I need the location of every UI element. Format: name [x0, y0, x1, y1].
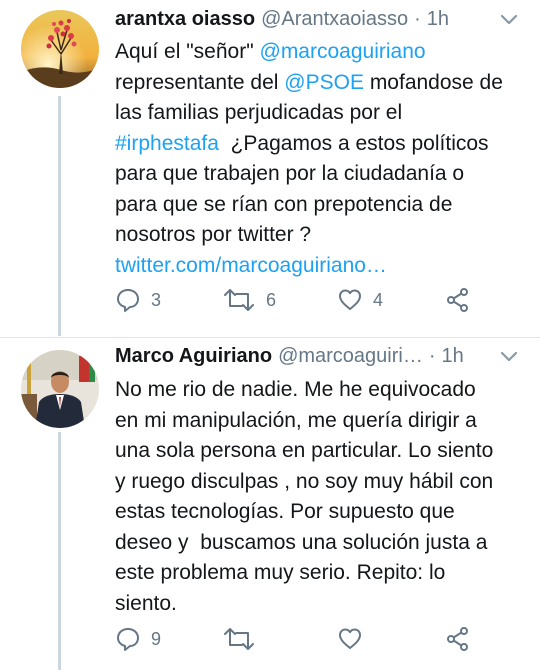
retweet-button[interactable]: 6 — [222, 285, 276, 315]
tweet-text-segment: las familias perjudicadas por el — [115, 101, 403, 124]
tweet-text-segment: una sola persona en particular. Lo sient… — [115, 439, 494, 462]
tweet-timestamp[interactable]: 1h — [427, 8, 449, 31]
retweet-button[interactable] — [222, 624, 266, 654]
share-button[interactable] — [445, 624, 471, 654]
tweet-text-segment: No me rio de nadie. Me he equivocado — [115, 378, 476, 401]
share-icon — [447, 627, 468, 651]
tweet-text: No me rio de nadie. Me he equivocado en m… — [115, 375, 525, 619]
tweet-text-segment: Aquí el "señor" — [115, 40, 260, 63]
tweet-text-line: para que se rían con prepotencia de — [115, 190, 525, 221]
reply-button[interactable]: 3 — [115, 285, 161, 315]
like-button[interactable]: 4 — [337, 285, 383, 315]
tweet-text-line: las familias perjudicadas por el — [115, 98, 525, 129]
tweet-text-line: siento. — [115, 589, 525, 620]
like-button[interactable] — [337, 624, 373, 654]
tweet-link[interactable]: @PSOE — [284, 71, 364, 94]
tweet-text-line: No me rio de nadie. Me he equivocado — [115, 375, 525, 406]
retweet-icon — [224, 289, 254, 311]
tweet-header: Marco Aguiriano @marcoaguiri… · 1h — [115, 345, 520, 371]
tweet-text-line: estas tecnologías. Por supuesto que — [115, 497, 525, 528]
tweet-timestamp[interactable]: 1h — [442, 345, 464, 368]
tweet-link[interactable]: @marcoaguiriano — [260, 40, 426, 63]
tweet-text-segment: para que trabajen por la ciudadanía o — [115, 162, 465, 185]
author-handle[interactable]: @Arantxaoiasso — [261, 8, 408, 31]
reply-count: 9 — [151, 628, 162, 649]
tweet-text-line: en mi manipulación, me quería dirigir a — [115, 406, 525, 437]
tweet-text-segment: estas tecnologías. Por supuesto que — [115, 500, 455, 523]
tweet-text-segment: representante del — [115, 70, 285, 94]
header-separator: · — [414, 8, 421, 30]
avatar-image — [21, 10, 99, 88]
tweet-text-segment: para que se rían con prepotencia de — [115, 192, 453, 216]
tweet-text-segment: siento. — [115, 591, 177, 615]
share-button[interactable] — [445, 285, 471, 315]
reply-icon — [117, 289, 139, 312]
tweet-text-segment: este problema muy serio. Repito: lo — [115, 561, 446, 584]
header-separator: · — [428, 345, 436, 367]
tweet[interactable]: arantxa oiasso @Arantxaoiasso · 1h Aquí … — [0, 0, 540, 337]
tweet-text-segment: nosotros por twitter ? — [115, 223, 312, 246]
reply-button[interactable]: 9 — [115, 624, 161, 654]
share-icon — [447, 288, 468, 312]
tweet[interactable]: Marco Aguiriano @marcoaguiri… · 1h No me… — [0, 338, 540, 670]
tweet-text-segment: mofandose de — [363, 70, 503, 94]
retweet-count: 6 — [266, 289, 277, 310]
tweet-text-line: deseo y buscamos una solución justa a — [115, 528, 525, 559]
tweet-text-line: Aquí el "señor" @marcoaguiriano — [115, 37, 525, 68]
retweet-icon — [224, 628, 254, 650]
like-count: 4 — [373, 289, 384, 310]
tweet-text-segment: deseo y buscamos una solución justa a — [115, 530, 488, 554]
tweet-actions: 3 6 4 — [115, 285, 525, 315]
tweet-text-line: #irphestafa ¿Pagamos a estos políticos — [115, 129, 525, 160]
tweet-link[interactable]: twitter.com/marcoaguiriano… — [115, 254, 387, 277]
tweet-text-line: y ruego disculpas , no soy muy hábil con — [115, 467, 525, 498]
tweet-text-line: una sola persona en particular. Lo sient… — [115, 436, 525, 467]
tweet-text-line: nosotros por twitter ? — [115, 220, 525, 251]
avatar[interactable] — [21, 10, 99, 88]
tweet-text-segment: ¿Pagamos a estos políticos — [218, 131, 489, 155]
tweet-text-line: este problema muy serio. Repito: lo — [115, 558, 525, 589]
tweet-header: arantxa oiasso @Arantxaoiasso · 1h — [115, 8, 520, 34]
author-handle[interactable]: @marcoaguiri… — [278, 345, 423, 368]
like-icon — [339, 289, 361, 310]
chevron-down-icon[interactable] — [498, 349, 520, 365]
avatar[interactable] — [21, 350, 99, 428]
tweet-text-line: para que trabajen por la ciudadanía o — [115, 159, 525, 190]
author-name[interactable]: Marco Aguiriano — [115, 345, 272, 368]
reply-icon — [117, 628, 139, 651]
tweet-text-segment: en mi manipulación, me quería dirigir a — [115, 408, 477, 432]
tweet-actions: 9 — [115, 624, 525, 654]
chevron-down-icon[interactable] — [498, 12, 520, 28]
tweet-text: Aquí el "señor" @marcoaguiriano represent… — [115, 37, 525, 281]
avatar-image — [21, 350, 99, 428]
tweet-link[interactable]: #irphestafa — [115, 132, 219, 155]
like-icon — [339, 628, 361, 649]
author-name[interactable]: arantxa oiasso — [115, 8, 255, 31]
reply-count: 3 — [151, 289, 162, 310]
tweet-text-line: twitter.com/marcoaguiriano… — [115, 251, 525, 282]
tweet-text-segment: y ruego disculpas , no soy muy hábil con — [115, 469, 494, 493]
tweet-text-line: representante del @PSOE mofandose de — [115, 68, 525, 99]
